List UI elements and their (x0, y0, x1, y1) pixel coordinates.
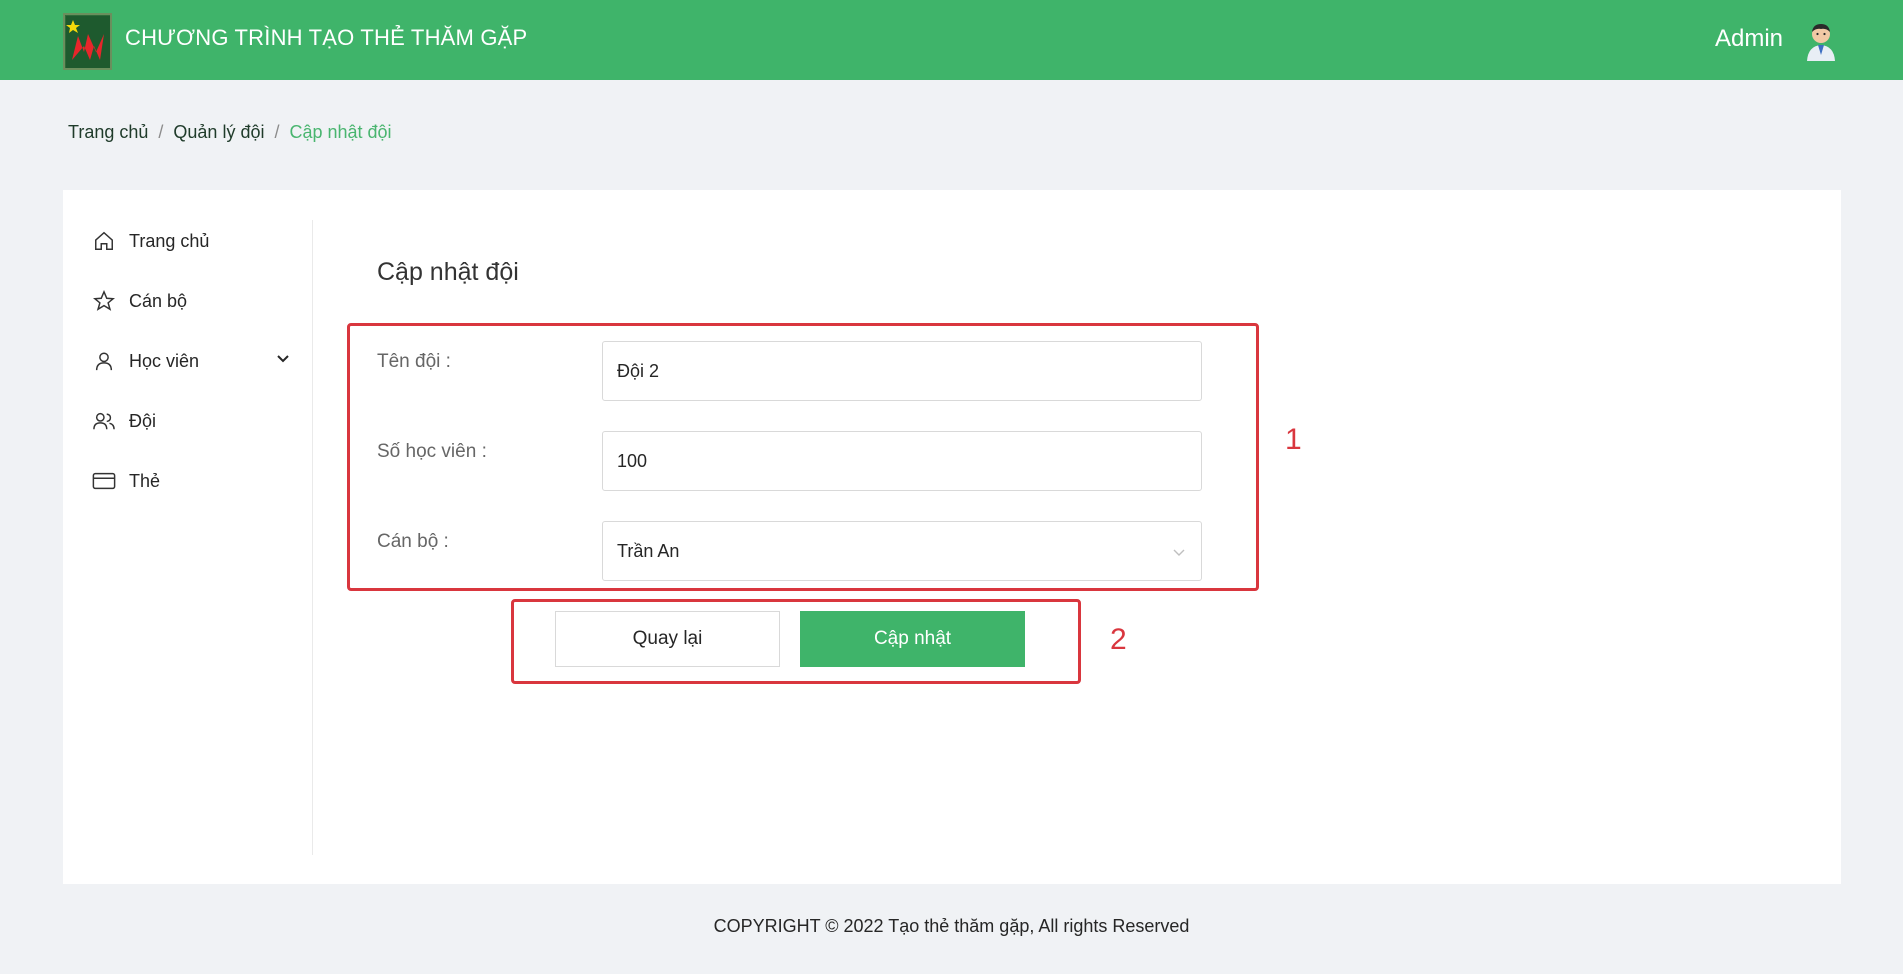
team-icon (91, 408, 117, 434)
user-name[interactable]: Admin (1715, 25, 1783, 53)
sidebar-item-cards[interactable]: Thẻ (91, 468, 291, 494)
chevron-down-icon[interactable] (275, 350, 291, 366)
logo-icon (65, 15, 110, 68)
breadcrumb-separator: / (274, 122, 280, 142)
main-card: Trang chủ Cán bộ Học viên Đội Thẻ Cập nh… (63, 190, 1841, 884)
sidebar-item-label: Trang chủ (129, 230, 210, 251)
sidebar-item-home[interactable]: Trang chủ (91, 228, 291, 254)
form-title: Cập nhật đội (377, 258, 519, 286)
breadcrumb-home[interactable]: Trang chủ (68, 122, 148, 143)
app-title: CHƯƠNG TRÌNH TẠO THẺ THĂM GẶP (125, 25, 528, 50)
breadcrumb-team-management[interactable]: Quản lý đội (173, 122, 264, 143)
top-header: CHƯƠNG TRÌNH TẠO THẺ THĂM GẶP Admin (0, 0, 1903, 80)
sidebar-item-label: Học viên (129, 350, 200, 371)
sidebar-item-label: Cán bộ (129, 290, 188, 311)
sidebar-item-officers[interactable]: Cán bộ (91, 288, 291, 314)
sidebar-item-students[interactable]: Học viên (91, 348, 291, 374)
sidebar: Trang chủ Cán bộ Học viên Đội Thẻ (63, 220, 313, 855)
card-icon (91, 468, 117, 494)
star-icon (91, 288, 117, 314)
app-logo[interactable] (63, 13, 112, 70)
breadcrumb-current: Cập nhật đội (289, 122, 392, 142)
annotation-box-buttons (511, 599, 1081, 684)
annotation-number-buttons: 2 (1110, 623, 1127, 656)
breadcrumb-separator: / (158, 122, 164, 142)
home-icon (91, 228, 117, 254)
annotation-number-form: 1 (1285, 423, 1302, 456)
footer-copyright: COPYRIGHT © 2022 Tạo thẻ thăm gặp, All r… (713, 916, 1190, 936)
sidebar-item-label: Đội (129, 410, 157, 431)
sidebar-item-label: Thẻ (129, 470, 161, 491)
annotation-box-form (347, 323, 1259, 591)
breadcrumb: Trang chủ / Quản lý đội / Cập nhật đội (68, 122, 392, 143)
user-icon (91, 348, 117, 374)
avatar[interactable] (1801, 21, 1841, 61)
sidebar-item-teams[interactable]: Đội (91, 408, 291, 434)
